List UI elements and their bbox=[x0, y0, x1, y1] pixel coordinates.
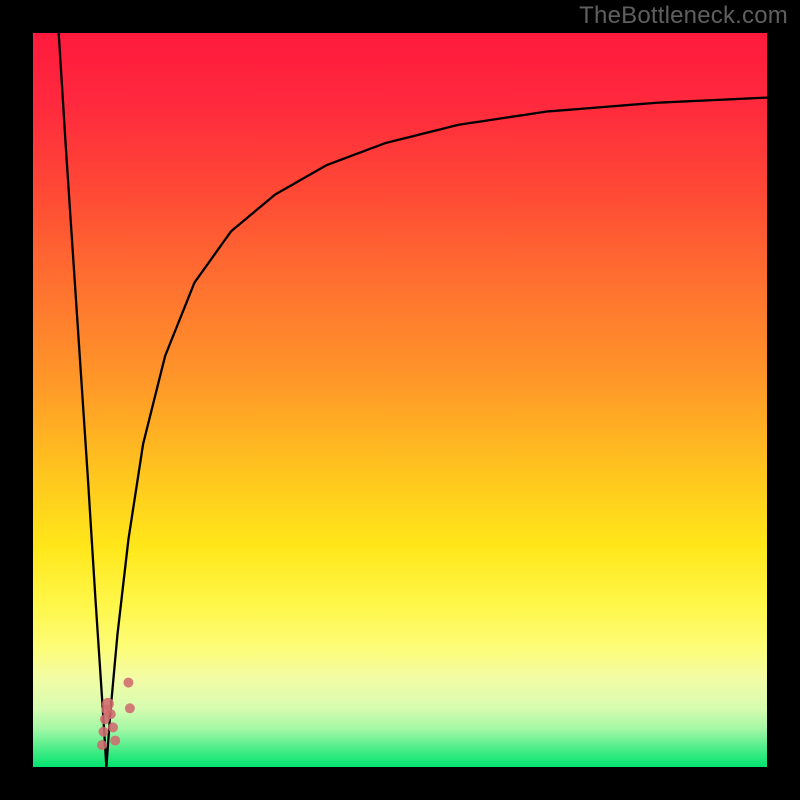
scatter-dot bbox=[98, 727, 108, 737]
right-branch-line bbox=[106, 98, 767, 767]
scatter-dot bbox=[108, 722, 118, 732]
curve-layer bbox=[33, 33, 767, 767]
scatter-dot bbox=[125, 703, 135, 713]
left-branch-line bbox=[59, 33, 107, 767]
scatter-dot bbox=[97, 740, 107, 750]
scatter-dot bbox=[106, 709, 116, 719]
watermark: TheBottleneck.com bbox=[579, 2, 788, 30]
chart-frame: TheBottleneck.com bbox=[0, 0, 800, 800]
scatter-dot bbox=[123, 678, 133, 688]
scatter-dot bbox=[102, 698, 114, 710]
plot-area bbox=[33, 33, 767, 767]
scatter-dot bbox=[110, 736, 120, 746]
